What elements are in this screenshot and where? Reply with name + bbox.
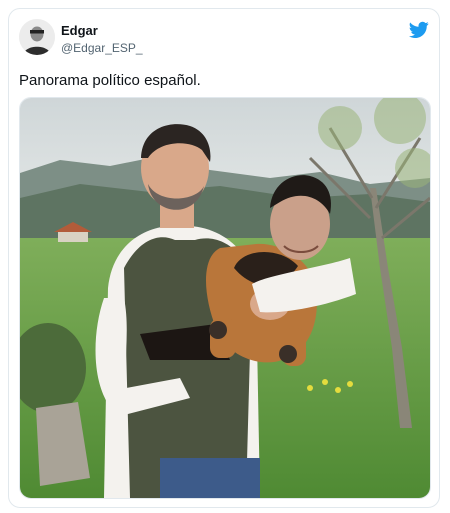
- avatar-image: [19, 19, 55, 55]
- photo-scene: [20, 98, 430, 498]
- twitter-bird-icon[interactable]: [409, 21, 429, 39]
- author-handle[interactable]: @Edgar_ESP_: [61, 41, 143, 55]
- tweet-card: Edgar @Edgar_ESP_ Panorama político espa…: [8, 8, 440, 508]
- author-name[interactable]: Edgar: [61, 23, 98, 38]
- tweet-photo[interactable]: [19, 97, 431, 499]
- tweet-text: Panorama político español.: [19, 72, 201, 89]
- avatar[interactable]: [19, 19, 55, 55]
